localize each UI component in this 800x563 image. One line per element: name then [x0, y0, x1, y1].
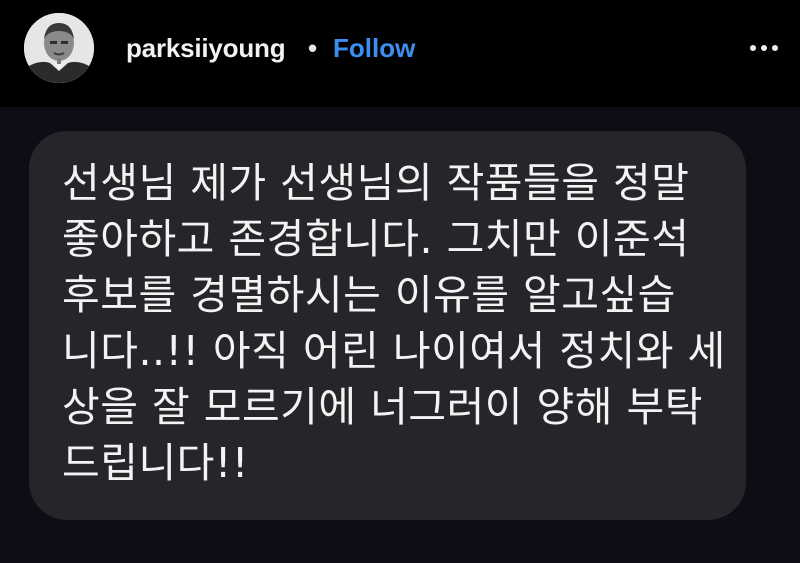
- message-line: 니다..!! 아직 어린 나이여서 정치와 세: [62, 327, 726, 375]
- message-line: 상을 잘 모르기에 너그러이 양해 부탁: [62, 383, 703, 431]
- message-line: 좋아하고 존경합니다. 그치만 이준석: [62, 215, 690, 263]
- message-line: 선생님 제가 선생님의 작품들을 정말: [62, 159, 690, 207]
- profile-photo-icon: [24, 13, 94, 83]
- more-horizontal-icon[interactable]: [746, 40, 782, 58]
- message-line: 드립니다!!: [62, 439, 249, 487]
- message-bubble: 선생님 제가 선생님의 작품들을 정말 좋아하고 존경합니다. 그치만 이준석 …: [29, 131, 746, 520]
- post-header: parksiiyoung • Follow: [0, 0, 800, 107]
- follow-button[interactable]: Follow: [333, 32, 415, 64]
- separator-dot: •: [308, 33, 318, 63]
- avatar[interactable]: [24, 13, 94, 83]
- username[interactable]: parksiiyoung: [126, 32, 286, 64]
- message-line: 후보를 경멸하시는 이유를 알고싶습: [62, 271, 676, 319]
